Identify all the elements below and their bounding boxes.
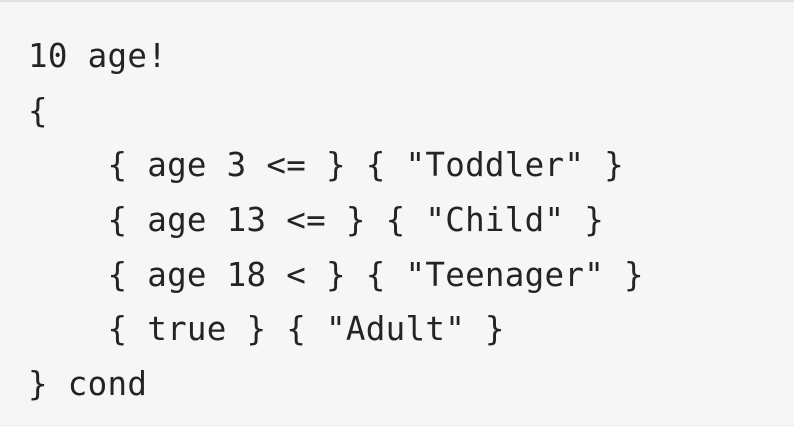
code-line: 10 age! — [28, 37, 168, 75]
code-line: { age 3 <= } { "Toddler" } — [28, 146, 624, 185]
code-line: { age 13 <= } { "Child" } — [28, 201, 605, 240]
code-listing: 10 age! { { age 3 <= } { "Toddler" } { a… — [28, 29, 644, 412]
code-line: { age 18 < } { "Teenager" } — [28, 255, 644, 294]
code-line: { — [28, 91, 48, 130]
code-block: 10 age! { { age 3 <= } { "Toddler" } { a… — [0, 0, 794, 426]
code-line: { true } { "Adult" } — [28, 310, 505, 349]
code-line: } cond — [28, 365, 148, 404]
